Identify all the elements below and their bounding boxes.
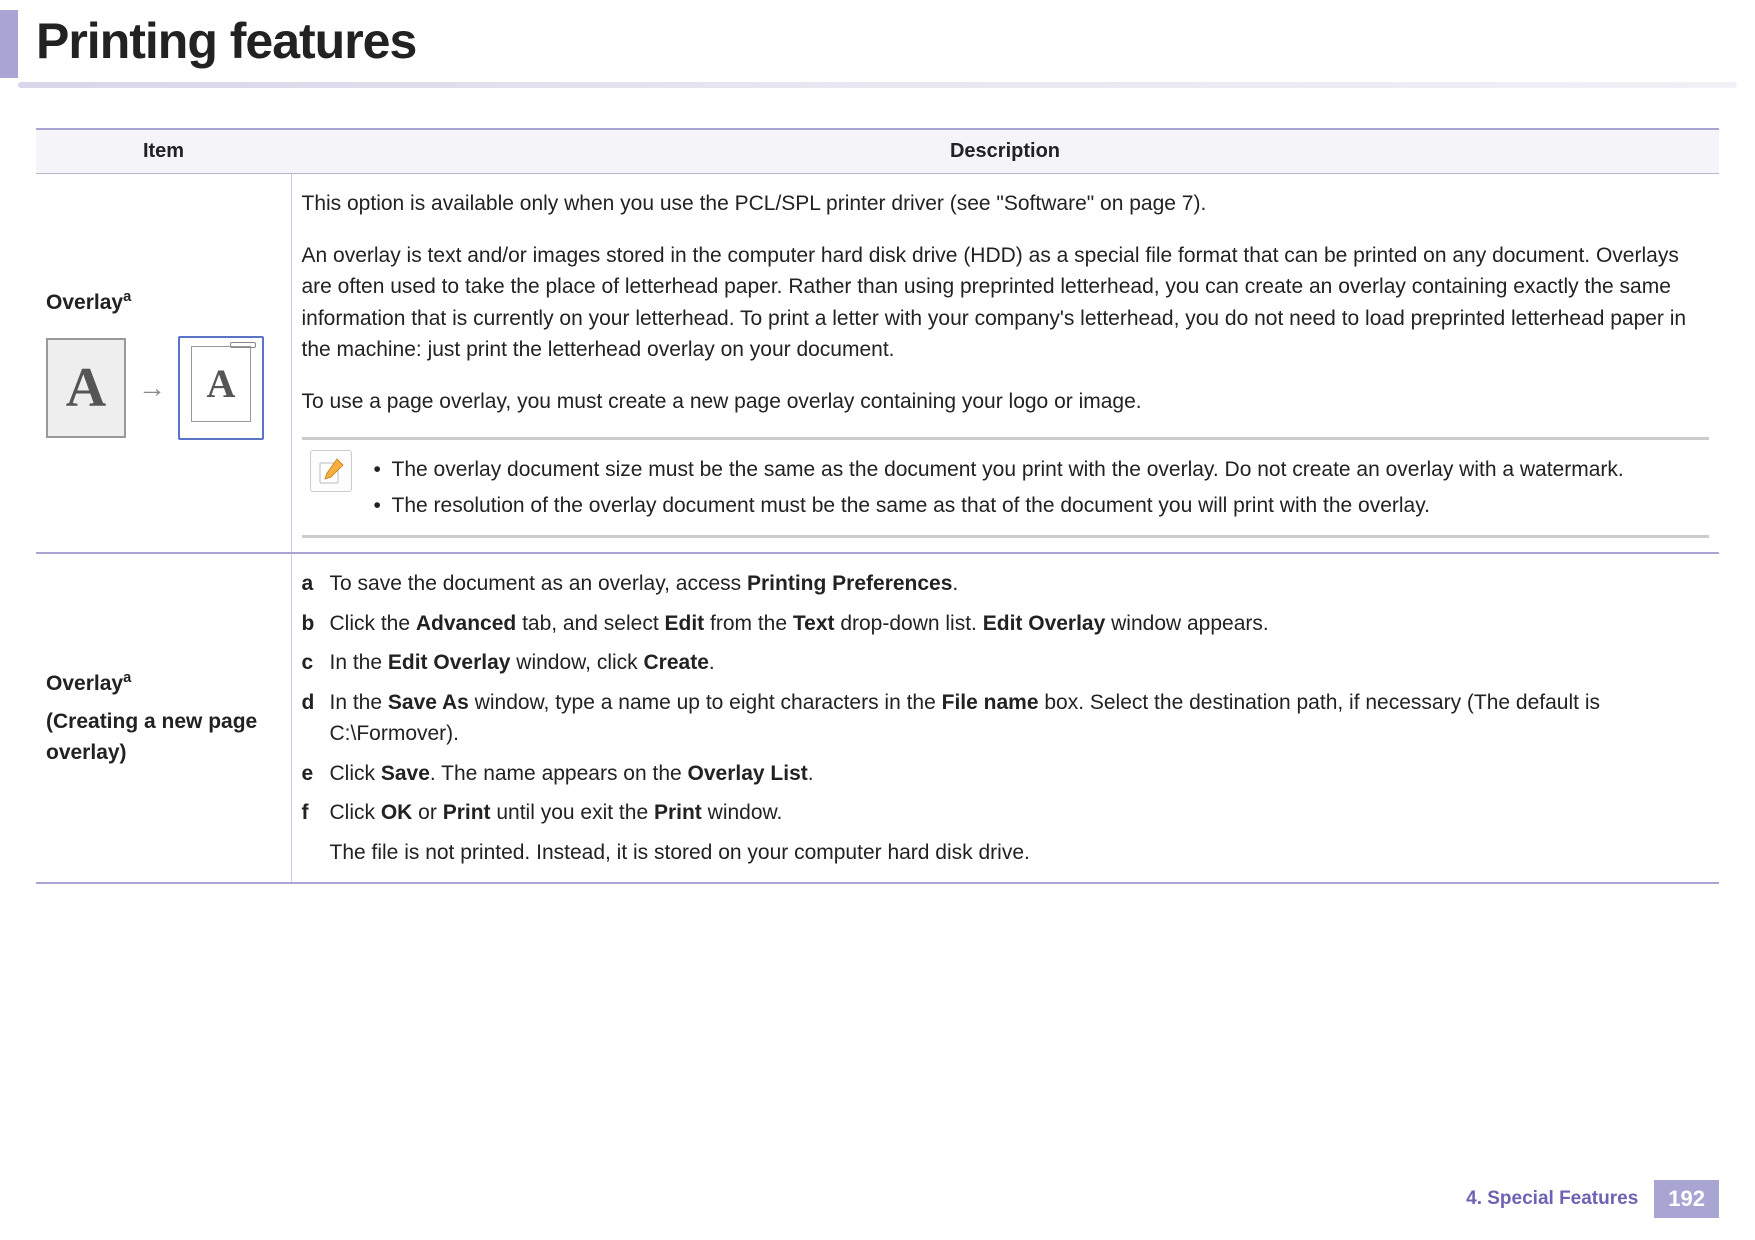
step-letter: e [302,758,330,790]
step-text: In the Save As window, type a name up to… [330,687,1710,750]
step-item: b Click the Advanced tab, and select Edi… [302,608,1710,640]
preview-window-icon: A [178,336,264,440]
table-row: Overlaya (Creating a new page overlay) a… [36,553,1719,883]
header-accent-tab [0,10,18,78]
step-followup: The file is not printed. Instead, it is … [330,837,1710,869]
step-item: c In the Edit Overlay window, click Crea… [302,647,1710,679]
step-letter: d [302,687,330,719]
column-header-description: Description [291,129,1719,174]
step-letter: c [302,647,330,679]
desc-paragraph: This option is available only when you u… [302,188,1710,220]
step-letter: b [302,608,330,640]
footer-chapter: 4. Special Features [1450,1180,1654,1218]
item-sup: a [123,670,131,686]
note-list: The overlay document size must be the sa… [370,450,1624,525]
item-sub-label: (Creating a new page overlay) [46,706,281,769]
steps-list: a To save the document as an overlay, ac… [302,568,1710,829]
page-title: Printing features [36,12,416,70]
description-cell: This option is available only when you u… [291,174,1719,554]
page-footer: 4. Special Features 192 [1450,1180,1719,1218]
note-item: The overlay document size must be the sa… [370,454,1624,486]
desc-paragraph: To use a page overlay, you must create a… [302,386,1710,418]
features-table: Item Description Overlaya A → A [36,128,1719,884]
step-item: e Click Save. The name appears on the Ov… [302,758,1710,790]
table-row: Overlaya A → A This option is available … [36,174,1719,554]
desc-paragraph: An overlay is text and/or images stored … [302,240,1710,366]
arrow-right-icon: → [138,367,166,409]
item-sup: a [123,289,131,305]
overlay-graphic: A → A [46,336,281,440]
step-text: Click Save. The name appears on the Over… [330,758,1710,790]
step-letter: a [302,568,330,600]
step-text: In the Edit Overlay window, click Create… [330,647,1710,679]
footer-page-number: 192 [1654,1180,1719,1218]
step-text: Click the Advanced tab, and select Edit … [330,608,1710,640]
note-item: The resolution of the overlay document m… [370,490,1624,522]
note-pencil-icon [310,450,352,492]
description-cell: a To save the document as an overlay, ac… [291,553,1719,883]
step-text: Click OK or Print until you exit the Pri… [330,797,1710,829]
step-item: a To save the document as an overlay, ac… [302,568,1710,600]
item-label: Overlay [46,672,123,695]
note-box: The overlay document size must be the sa… [302,437,1710,538]
step-letter: f [302,797,330,829]
step-text: To save the document as an overlay, acce… [330,568,1710,600]
item-cell-overlay: Overlaya A → A [36,174,291,554]
step-item: d In the Save As window, type a name up … [302,687,1710,750]
column-header-item: Item [36,129,291,174]
document-a-icon: A [46,338,126,438]
item-label: Overlay [46,291,123,314]
step-item: f Click OK or Print until you exit the P… [302,797,1710,829]
item-cell-overlay-create: Overlaya (Creating a new page overlay) [36,553,291,883]
